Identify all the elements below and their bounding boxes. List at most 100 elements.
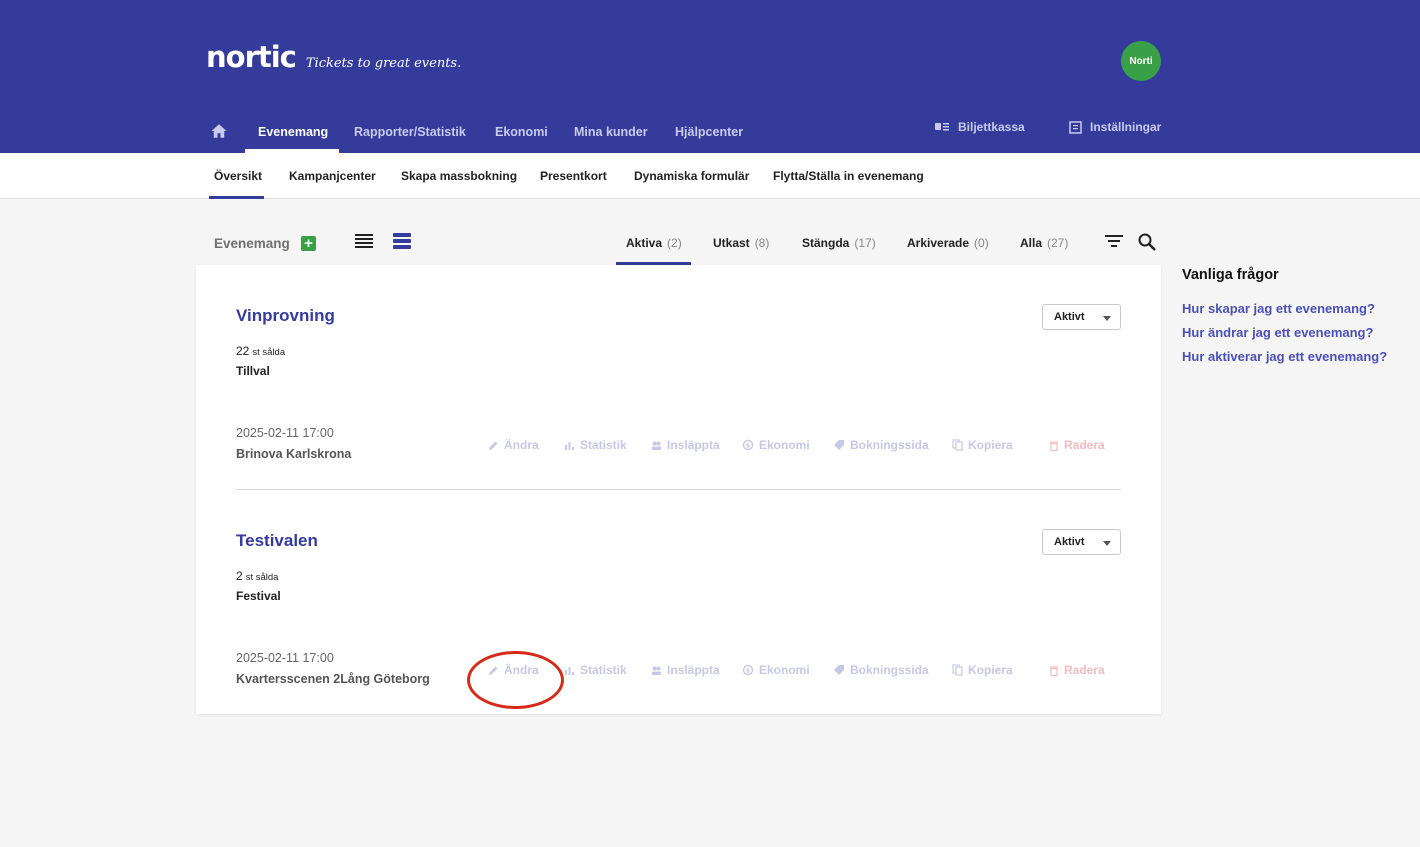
annotation-circle [467,651,564,709]
box-office-link[interactable]: Biljettkassa [934,117,1025,137]
nortic-logo[interactable]: nortic Tickets to great events. [206,40,461,74]
nav-ekonomi[interactable]: Ekonomi [495,110,548,153]
action-label: Bokningssida [850,663,929,677]
filter-label: Utkast [713,235,750,250]
logo-wordmark: nortic [206,40,297,74]
events-heading: Evenemang [214,236,290,251]
tag-icon [834,440,844,450]
status-value: Aktivt [1054,536,1085,548]
delete-button[interactable]: Radera [1049,662,1105,678]
search-icon[interactable] [1137,232,1157,252]
faq-link-edit-event[interactable]: Hur ändrar jag ett evenemang? [1182,325,1373,340]
filter-label: Stängda [802,235,850,250]
admitted-button[interactable]: Insläppta [651,437,720,453]
filter-count: (8) [754,235,770,250]
action-label: Ekonomi [759,663,810,677]
sold-unit: st sålda [252,347,286,358]
event-date: 2025-02-11 17:00 [236,651,334,665]
event-sold: 2st sålda [236,569,278,583]
economy-button[interactable]: $ Ekonomi [742,662,810,678]
event-title[interactable]: Testivalen [236,531,318,551]
settings-icon [1069,120,1082,134]
add-event-button[interactable]: + [301,236,316,251]
settings-link[interactable]: Inställningar [1069,117,1161,137]
faq-title: Vanliga frågor [1182,267,1279,283]
filter-tab-aktiva[interactable]: Aktiva (2) [626,222,682,263]
refresh-coin-icon: $ [742,664,754,676]
action-label: Ekonomi [759,438,810,452]
nav-rapporter-statistik[interactable]: Rapporter/Statistik [354,110,466,153]
trash-icon [1050,666,1058,676]
filter-label: Alla [1020,235,1043,250]
subnav-active-indicator [209,196,264,199]
action-label: Statistik [580,663,627,677]
nav-evenemang[interactable]: Evenemang [258,110,328,153]
action-label: Kopiera [968,663,1013,677]
delete-button[interactable]: Radera [1049,437,1105,453]
refresh-coin-icon: $ [742,439,754,451]
tag-icon [834,665,844,675]
subnav-kampanjcenter[interactable]: Kampanjcenter [289,153,376,199]
sold-unit: st sålda [245,572,279,583]
faq-link-create-event[interactable]: Hur skapar jag ett evenemang? [1182,301,1375,316]
subnav-oversikt[interactable]: Översikt [214,153,262,199]
filter-icon[interactable] [1104,232,1124,250]
nav-hjalpcenter[interactable]: Hjälpcenter [675,110,743,153]
filter-count: (17) [854,235,876,250]
home-icon[interactable] [210,122,228,140]
event-title[interactable]: Vinprovning [236,306,335,326]
status-dropdown[interactable]: Aktivt [1042,529,1121,555]
filter-tab-alla[interactable]: Alla (27) [1020,222,1068,263]
sold-count: 22 [236,344,250,358]
filter-count: (2) [667,235,682,250]
event-venue: Kvartersscenen 2Lång Göteborg [236,672,430,686]
events-card: Vinprovning 22st sålda Tillval 2025-02-1… [196,265,1161,714]
economy-button[interactable]: $ Ekonomi [742,437,810,453]
booking-page-button[interactable]: Bokningssida [833,437,929,453]
filter-label: Arkiverade [907,235,970,250]
avatar[interactable]: Norti [1121,41,1161,81]
event-divider [236,489,1121,490]
action-label: Bokningssida [850,438,929,452]
svg-text:$: $ [746,443,750,450]
copy-button[interactable]: Kopiera [952,437,1013,453]
event-category: Tillval [236,364,270,378]
action-label: Radera [1064,663,1105,677]
status-dropdown[interactable]: Aktivt [1042,304,1121,330]
filter-count: (27) [1047,235,1069,250]
event-venue: Brinova Karlskrona [236,447,352,461]
filter-tab-utkast[interactable]: Utkast (8) [713,222,769,263]
statistics-button[interactable]: Statistik [564,662,627,678]
sold-count: 2 [236,569,243,583]
card-view-icon[interactable] [392,232,412,250]
subnav-flytta-stalla-in[interactable]: Flytta/Ställa in evenemang [773,153,924,199]
filter-tab-arkiverade[interactable]: Arkiverade (0) [907,222,989,263]
sub-navigation: Översikt Kampanjcenter Skapa massbokning… [0,153,1420,199]
action-label: Kopiera [968,438,1013,452]
subnav-presentkort[interactable]: Presentkort [540,153,607,199]
bar-chart-icon [565,441,574,450]
chevron-down-icon [1103,316,1111,321]
chevron-down-icon [1103,541,1111,546]
copy-button[interactable]: Kopiera [952,662,1013,678]
bar-chart-icon [565,666,574,675]
svg-text:$: $ [746,668,750,675]
action-label: Insläppta [667,438,720,452]
copy-icon [952,439,963,451]
admitted-button[interactable]: Insläppta [651,662,720,678]
settings-label: Inställningar [1090,120,1162,134]
event-date: 2025-02-11 17:00 [236,426,334,440]
filter-count: (0) [974,235,989,250]
filter-tab-stangda[interactable]: Stängda (17) [802,222,876,263]
pencil-icon [489,441,498,450]
edit-button[interactable]: Ändra [488,437,539,453]
subnav-dynamiska-formular[interactable]: Dynamiska formulär [634,153,749,199]
statistics-button[interactable]: Statistik [564,437,627,453]
nav-mina-kunder[interactable]: Mina kunder [574,110,648,153]
list-view-icon[interactable] [354,232,374,250]
booking-page-button[interactable]: Bokningssida [833,662,929,678]
faq-link-activate-event[interactable]: Hur aktiverar jag ett evenemang? [1182,349,1387,364]
box-office-icon [935,123,949,131]
subnav-skapa-massbokning[interactable]: Skapa massbokning [401,153,517,199]
people-icon [652,666,661,675]
